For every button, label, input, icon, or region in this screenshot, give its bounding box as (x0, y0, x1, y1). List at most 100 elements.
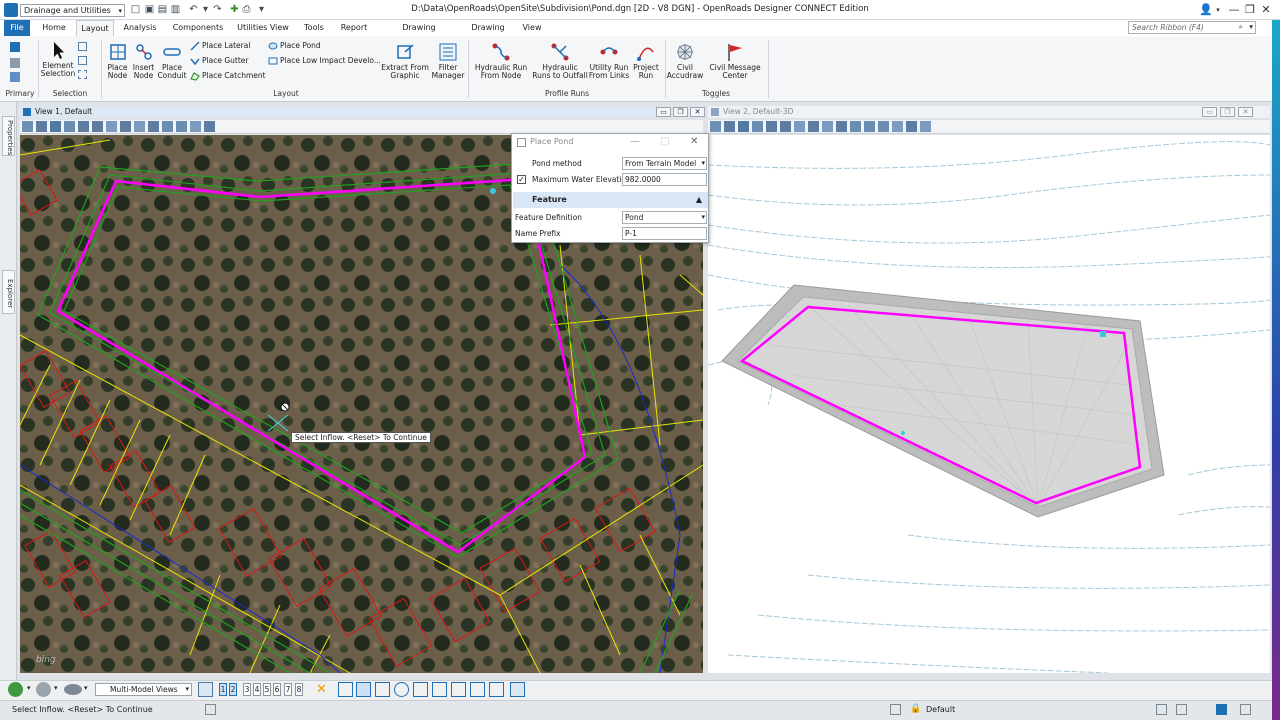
place-gutter-button[interactable]: Place Gutter (190, 56, 248, 66)
undo-dropdown-icon[interactable]: ▾ (200, 4, 211, 15)
search-ribbon-input[interactable]: Search Ribbon (F4) ⌕ ▾ (1128, 21, 1256, 34)
extract-from-graphic-button[interactable]: Extract From Graphic (380, 42, 430, 80)
new-file-icon[interactable]: □ (130, 4, 141, 15)
update-view-icon[interactable] (63, 121, 75, 132)
snap-keypoint-icon[interactable] (338, 682, 353, 697)
tab-components[interactable]: Components (170, 20, 226, 36)
maximize-icon[interactable]: ❐ (1242, 2, 1258, 18)
place-node-button[interactable]: Place Node (104, 42, 131, 80)
insert-node-button[interactable]: Insert Node (130, 42, 157, 80)
zoom-in-icon[interactable] (77, 121, 89, 132)
filter-manager-button[interactable]: Filter Manager (430, 42, 466, 80)
snap-nearest-icon[interactable] (356, 682, 371, 697)
minimize-icon[interactable]: — (630, 136, 640, 147)
tab-drawing[interactable]: Drawing (468, 20, 508, 36)
view-toggle-8[interactable]: 8 (295, 683, 303, 696)
minimize-icon[interactable]: — (1226, 2, 1242, 18)
view-next-icon[interactable] (877, 121, 889, 132)
save-all-icon[interactable]: ▤ (157, 4, 168, 15)
primary-tool-icon-2[interactable] (10, 58, 20, 68)
properties-tab[interactable]: Properties (2, 116, 15, 156)
view-previous-icon[interactable] (161, 121, 173, 132)
select-by-icon[interactable] (78, 42, 87, 51)
place-pond-button[interactable]: Place Pond (268, 41, 321, 51)
rotate-view-icon[interactable] (133, 121, 145, 132)
pin-icon[interactable]: ✚ (229, 4, 240, 15)
active-level[interactable]: Default (926, 705, 955, 714)
snap-midpoint-icon[interactable] (375, 682, 390, 697)
close-icon[interactable]: ✕ (1238, 107, 1253, 117)
view-toggle-5[interactable]: 5 (263, 683, 271, 696)
view-settings-icon[interactable] (737, 121, 749, 132)
maximize-icon[interactable]: ❐ (1220, 107, 1235, 117)
element-status-icon[interactable] (890, 704, 901, 715)
pond-method-dropdown[interactable]: From Terrain Model ▾ (622, 157, 707, 170)
snap-perpendicular-icon[interactable] (489, 682, 504, 697)
feature-section-header[interactable]: Feature ▲ (513, 192, 708, 208)
status-tool-icon-2[interactable] (1176, 704, 1187, 715)
snap-origin-icon[interactable] (413, 682, 428, 697)
walk-icon[interactable] (849, 121, 861, 132)
forward-icon[interactable] (36, 682, 51, 697)
tab-tools[interactable]: Tools (300, 20, 328, 36)
utility-run-from-links-button[interactable]: Utility Run From Links (588, 42, 630, 80)
user-dropdown-icon[interactable]: ▾ (1210, 2, 1226, 18)
tab-view[interactable]: View (516, 20, 548, 36)
fit-view-icon[interactable] (119, 121, 131, 132)
max-water-checkbox[interactable]: ✓ (517, 175, 526, 184)
pan-view-icon[interactable] (147, 121, 159, 132)
close-icon[interactable]: ✕ (690, 136, 698, 147)
hydraulic-runs-to-outfall-button[interactable]: Hydraulic Runs to Outfall (532, 42, 588, 80)
tab-home[interactable]: Home (36, 20, 72, 36)
notifications-icon[interactable] (1240, 704, 1251, 715)
zoom-in-icon[interactable] (765, 121, 777, 132)
place-catchment-button[interactable]: Place Catchment (190, 71, 266, 81)
zoom-out-icon[interactable] (779, 121, 791, 132)
view-attributes-icon[interactable] (709, 121, 721, 132)
close-icon[interactable]: ✕ (690, 107, 705, 117)
accudraw-status-icon[interactable] (205, 704, 216, 715)
saved-view-icon[interactable] (64, 684, 82, 695)
view-groups-icon[interactable] (198, 682, 213, 697)
workflow-dropdown[interactable]: Drainage and Utilities ▾ (20, 4, 125, 17)
view-attributes-icon[interactable] (21, 121, 33, 132)
civil-message-center-button[interactable]: Civil Message Center (704, 42, 766, 80)
view-toggle-2[interactable]: 2 (229, 683, 237, 696)
tab-report[interactable]: Report (338, 20, 370, 36)
fence-icon[interactable] (78, 56, 87, 65)
civil-accudraw-button[interactable]: Civil Accudraw (666, 42, 704, 80)
rotate-view-icon[interactable] (821, 121, 833, 132)
view-toggle-1[interactable]: 1 (219, 683, 227, 696)
tab-analysis[interactable]: Analysis (118, 20, 162, 36)
print-icon[interactable]: ▥ (170, 4, 181, 15)
dialog-title-bar[interactable]: Place Pond (512, 134, 708, 150)
toggle-camera-icon[interactable] (203, 121, 215, 132)
view-toggle-3[interactable]: 3 (243, 683, 251, 696)
customize-qat-icon[interactable]: ▾ (256, 4, 267, 15)
back-icon[interactable] (8, 682, 23, 697)
window-area-icon[interactable] (793, 121, 805, 132)
feature-definition-dropdown[interactable]: Pond ▾ (622, 211, 707, 224)
toggle-3d-icon[interactable] (919, 121, 931, 132)
view-previous-icon[interactable] (863, 121, 875, 132)
snap-intersection-icon[interactable] (451, 682, 466, 697)
name-prefix-input[interactable]: P-1 (622, 227, 707, 240)
display-style-icon[interactable] (723, 121, 735, 132)
redo-icon[interactable]: ↷ (212, 4, 223, 15)
max-water-input[interactable]: 982.0000 (622, 173, 707, 186)
view-toggle-6[interactable]: 6 (273, 683, 281, 696)
lock-icon[interactable]: 🔒 (910, 704, 921, 714)
place-low-impact-button[interactable]: Place Low Impact Develo... (268, 56, 381, 66)
plot-icon[interactable]: ⎙ (241, 4, 252, 15)
close-icon[interactable]: ✕ (1258, 2, 1274, 18)
chevron-down-icon[interactable]: ▾ (27, 684, 31, 692)
window-area-icon[interactable] (105, 121, 117, 132)
camera-icon[interactable] (905, 121, 917, 132)
status-tool-icon[interactable] (1156, 704, 1167, 715)
undo-icon[interactable]: ↶ (188, 4, 199, 15)
element-selection-button[interactable]: Element Selection (40, 40, 76, 78)
save-icon[interactable]: ▣ (144, 4, 155, 15)
snap-settings-icon[interactable] (510, 682, 525, 697)
project-run-button[interactable]: Project Run (630, 42, 662, 80)
minimize-icon[interactable]: ▭ (656, 107, 671, 117)
